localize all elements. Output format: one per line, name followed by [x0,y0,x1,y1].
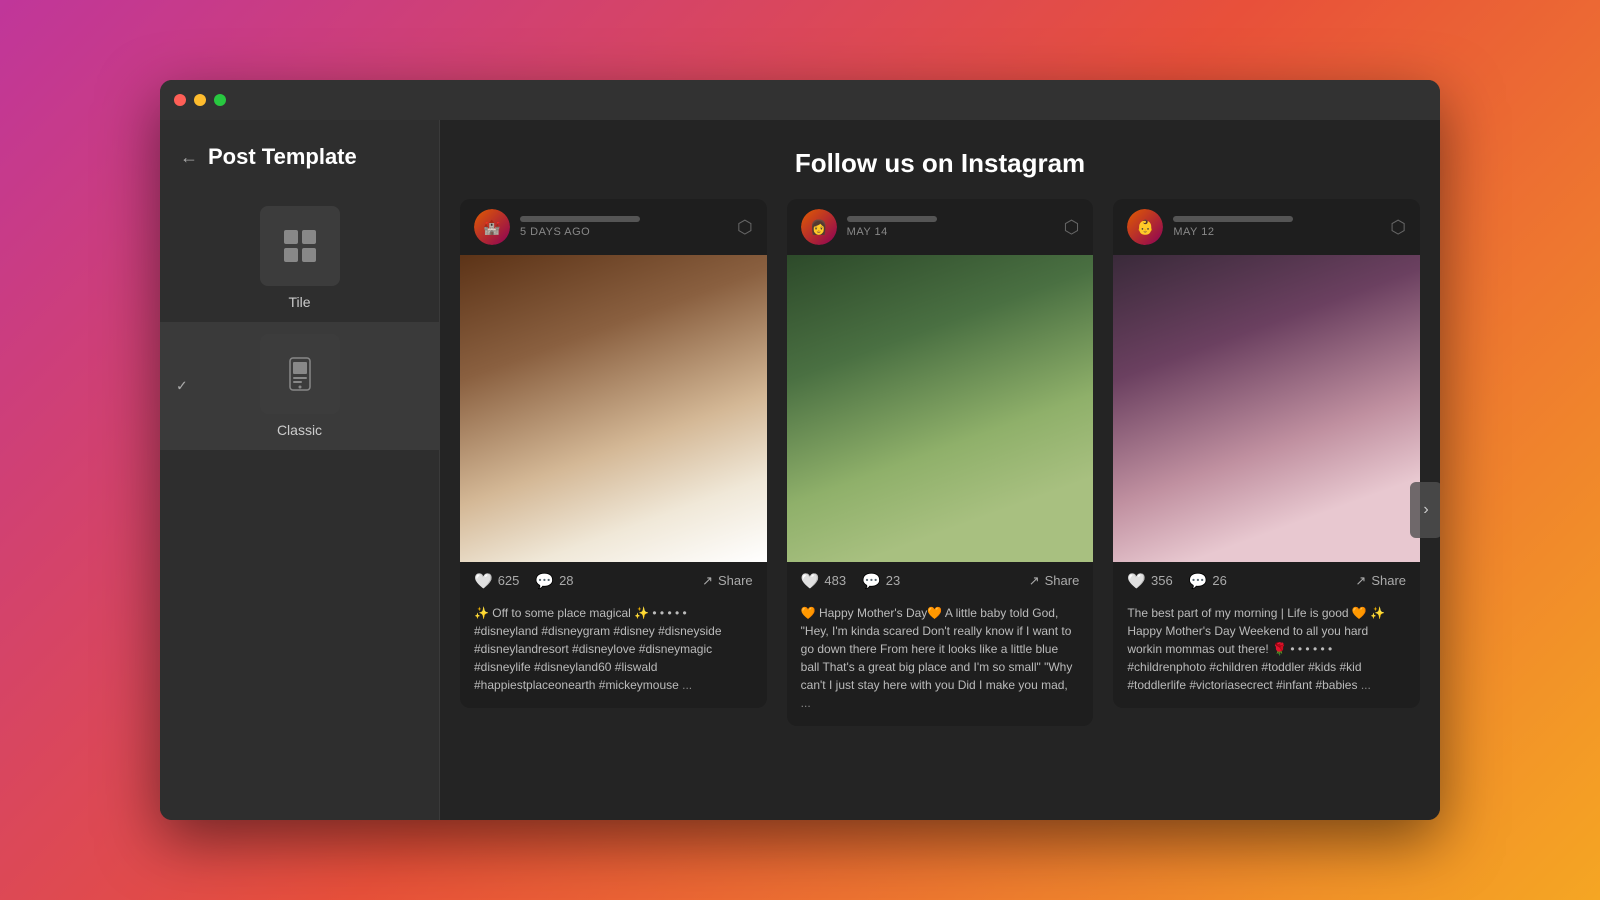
caption-text-3: The best part of my morning | Life is go… [1127,606,1385,692]
title-bar [160,80,1440,120]
share-button-2[interactable]: ↗ Share [1029,573,1080,589]
post-image-3 [1113,255,1420,562]
caption-more-3: ... [1361,678,1371,692]
heart-icon-3: 🤍 [1127,572,1146,590]
username-bar-3 [1173,216,1293,222]
feed-header: Follow us on Instagram [440,120,1440,199]
phone-icon [282,356,318,392]
comments-count-1: 28 [559,573,573,588]
comments-3: 💬 26 [1189,572,1227,590]
likes-3: 🤍 356 [1127,572,1172,590]
caption-more-2: ... [801,696,811,710]
post-header-left-1: 🏰 5 DAYS AGO [474,209,640,245]
share-icon-1: ↗ [702,573,713,589]
template-item-classic[interactable]: ✓ Classic [160,322,439,450]
avatar-img-3: 👶 [1127,209,1163,245]
share-label-1: Share [718,573,753,588]
comments-2: 💬 23 [862,572,900,590]
tile-template-icon [260,206,340,286]
instagram-icon-1: ⬡ [737,217,753,238]
post-caption-1: ✨ Off to some place magical ✨ • • • • • … [460,600,767,708]
template-grid: Tile ✓ Classic [160,186,439,458]
caption-text-2: 🧡 Happy Mother's Day🧡 A little baby told… [801,606,1073,692]
tile-template-label: Tile [288,294,310,310]
back-button[interactable]: ← [180,147,198,168]
share-button-1[interactable]: ↗ Share [702,573,753,589]
likes-2: 🤍 483 [801,572,846,590]
post-date-1: 5 DAYS AGO [520,226,640,238]
post-image-overlay-1 [460,255,767,562]
post-stats-1: 🤍 625 💬 28 ↗ Share [460,562,767,600]
likes-count-3: 356 [1151,573,1173,588]
post-card-3: 👶 MAY 12 ⬡ � [1113,199,1420,708]
selected-check: ✓ [176,378,188,395]
username-bar-1 [520,216,640,222]
post-image-1 [460,255,767,562]
post-header-3: 👶 MAY 12 ⬡ [1113,199,1420,255]
share-icon-2: ↗ [1029,573,1040,589]
next-arrow[interactable]: › [1410,482,1440,538]
avatar-img-2: 👩 [801,209,837,245]
heart-icon-2: 🤍 [801,572,820,590]
minimize-button[interactable] [194,94,206,106]
main-content: Follow us on Instagram 🏰 5 DAYS AGO [440,120,1440,820]
likes-count-1: 625 [498,573,520,588]
post-meta-3: MAY 12 [1173,216,1293,238]
comments-count-2: 23 [886,573,900,588]
post-image-overlay-2 [787,255,1094,562]
grid-icon [282,228,318,264]
close-button[interactable] [174,94,186,106]
sidebar-header: ← Post Template [160,120,439,186]
heart-icon-1: 🤍 [474,572,493,590]
avatar-3: 👶 [1127,209,1163,245]
avatar-img-1: 🏰 [474,209,510,245]
avatar-1: 🏰 [474,209,510,245]
comments-1: 💬 28 [535,572,573,590]
caption-more-1: ... [682,678,692,692]
post-card-2: 👩 MAY 14 ⬡ � [787,199,1094,726]
share-button-3[interactable]: ↗ Share [1355,573,1406,589]
likes-count-2: 483 [824,573,846,588]
post-meta-2: MAY 14 [847,216,937,238]
post-date-2: MAY 14 [847,226,937,238]
sidebar-title: Post Template [208,144,357,170]
feed-title: Follow us on Instagram [440,148,1440,179]
template-item-tile[interactable]: Tile [160,194,439,322]
username-bar-2 [847,216,937,222]
instagram-icon-3: ⬡ [1390,217,1406,238]
comments-count-3: 26 [1212,573,1226,588]
post-date-3: MAY 12 [1173,226,1293,238]
post-meta-1: 5 DAYS AGO [520,216,640,238]
share-label-2: Share [1045,573,1080,588]
likes-1: 🤍 625 [474,572,519,590]
classic-template-icon [260,334,340,414]
comment-icon-1: 💬 [535,572,554,590]
classic-template-label: Classic [277,422,322,438]
post-header-1: 🏰 5 DAYS AGO ⬡ [460,199,767,255]
instagram-icon-2: ⬡ [1064,217,1080,238]
post-caption-2: 🧡 Happy Mother's Day🧡 A little baby told… [787,600,1094,726]
maximize-button[interactable] [214,94,226,106]
post-stats-2: 🤍 483 💬 23 ↗ Share [787,562,1094,600]
avatar-2: 👩 [801,209,837,245]
comment-icon-3: 💬 [1189,572,1208,590]
post-header-2: 👩 MAY 14 ⬡ [787,199,1094,255]
post-card-1: 🏰 5 DAYS AGO ⬡ [460,199,767,708]
post-header-left-2: 👩 MAY 14 [801,209,937,245]
window-body: ← Post Template Tile [160,120,1440,820]
share-label-3: Share [1371,573,1406,588]
post-caption-3: The best part of my morning | Life is go… [1113,600,1420,708]
comment-icon-2: 💬 [862,572,881,590]
posts-area: 🏰 5 DAYS AGO ⬡ [440,199,1440,820]
share-icon-3: ↗ [1355,573,1366,589]
post-stats-3: 🤍 356 💬 26 ↗ Share [1113,562,1420,600]
post-header-left-3: 👶 MAY 12 [1127,209,1293,245]
post-image-overlay-3 [1113,255,1420,562]
post-image-2 [787,255,1094,562]
sidebar: ← Post Template Tile [160,120,440,820]
app-window: ← Post Template Tile [160,80,1440,820]
